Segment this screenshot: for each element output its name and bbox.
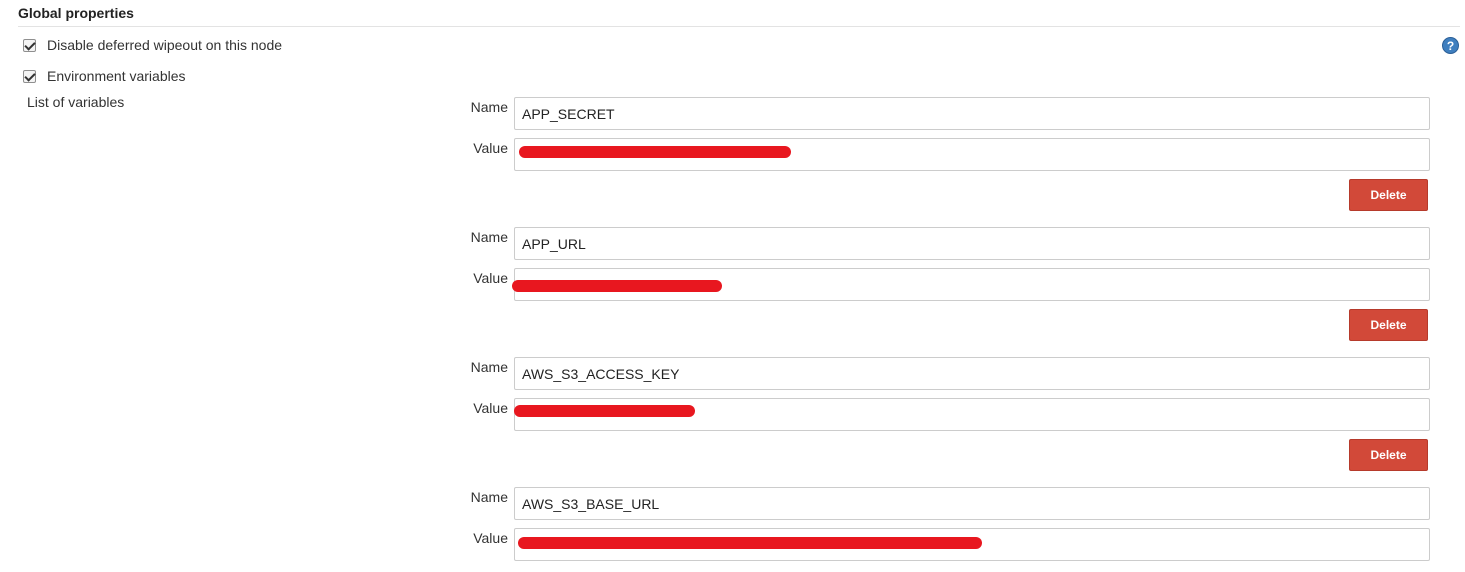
value-label: Value	[473, 140, 508, 156]
environment-variables-option[interactable]: Environment variables	[23, 67, 186, 85]
section-header: Global properties	[18, 5, 134, 21]
environment-variables-label: Environment variables	[47, 68, 186, 84]
help-icon[interactable]: ?	[1442, 37, 1459, 54]
variable-name-input[interactable]	[514, 357, 1430, 390]
environment-variables-checkbox[interactable]	[23, 69, 36, 83]
variable-name-input[interactable]	[514, 97, 1430, 130]
variable-name-input[interactable]	[514, 227, 1430, 260]
variable-name-input[interactable]	[514, 487, 1430, 520]
name-label: Name	[470, 489, 508, 505]
name-label: Name	[470, 359, 508, 375]
delete-button[interactable]: Delete	[1349, 439, 1428, 471]
redaction-mark	[518, 537, 982, 549]
delete-button[interactable]: Delete	[1349, 179, 1428, 211]
value-label: Value	[473, 530, 508, 546]
value-label: Value	[473, 270, 508, 286]
disable-wipeout-option[interactable]: Disable deferred wipeout on this node	[23, 36, 282, 54]
disable-wipeout-checkbox[interactable]	[23, 38, 36, 52]
value-label: Value	[473, 400, 508, 416]
redaction-mark	[512, 280, 722, 292]
delete-button[interactable]: Delete	[1349, 309, 1428, 341]
list-of-variables-label: List of variables	[27, 94, 125, 110]
disable-wipeout-label: Disable deferred wipeout on this node	[47, 37, 283, 53]
redaction-mark	[514, 405, 695, 417]
name-label: Name	[470, 229, 508, 245]
redaction-mark	[519, 146, 791, 158]
section-divider	[18, 26, 1460, 27]
name-label: Name	[470, 99, 508, 115]
